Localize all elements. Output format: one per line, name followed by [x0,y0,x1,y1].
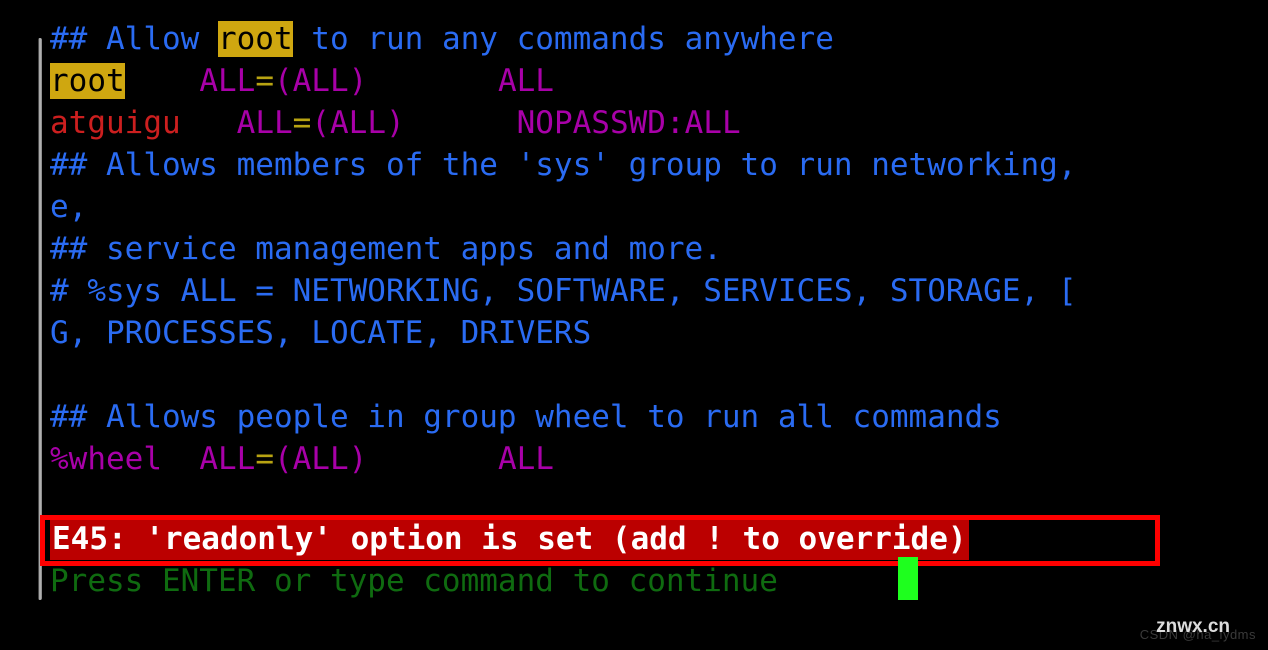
terminal-line: G, PROCESSES, LOCATE, DRIVERS [50,312,1268,354]
terminal-text-segment: atguigu [50,105,181,141]
terminal-text-segment: %wheel [50,441,162,477]
terminal-text-segment: e, [50,189,88,225]
vim-error-message: E45: 'readonly' option is set (add ! to … [50,518,969,560]
terminal-text-segment: ## Allows people in group wheel to run a… [50,399,1002,435]
terminal-line: ## Allow root to run any commands anywhe… [50,18,1268,60]
terminal-line: ## Allows members of the 'sys' group to … [50,144,1268,186]
terminal-text-segment: ALL [236,105,293,141]
terminal-line: atguigu ALL=(ALL) NOPASSWD:ALL [50,102,1268,144]
press-enter-prompt: Press ENTER or type command to continue [50,563,778,599]
terminal-line: e, [50,186,1268,228]
terminal-text-area: ## Allow root to run any commands anywhe… [50,18,1268,480]
terminal-line: # %sys ALL = NETWORKING, SOFTWARE, SERVI… [50,270,1268,312]
terminal-line: ## Allows people in group wheel to run a… [50,396,1268,438]
vim-error-row: E45: 'readonly' option is set (add ! to … [40,518,1150,560]
terminal-text-segment: ALL [497,441,554,477]
terminal-text-segment: G, PROCESSES, LOCATE, DRIVERS [50,315,592,351]
terminal-text-segment: = [255,63,274,99]
terminal-line: ## service management apps and more. [50,228,1268,270]
terminal-line [50,354,1268,396]
terminal-text-segment: (ALL) [273,63,368,99]
terminal-text-segment: root [217,21,293,57]
window-left-edge [38,38,42,600]
terminal-text-segment: # %sys ALL = NETWORKING, SOFTWARE, SERVI… [50,273,1077,309]
site-watermark: znwx.cn [1156,616,1230,637]
terminal-text-segment: ## Allows members of the 'sys' group to … [50,147,1077,183]
terminal-text-segment: (ALL) [273,441,368,477]
terminal-line: %wheel ALL=(ALL) ALL [50,438,1268,480]
terminal-text-segment: ALL [497,63,554,99]
terminal-screen: ## ## Allow root to run any commands any… [0,0,1268,650]
terminal-text-segment: ## Allow [50,21,218,57]
terminal-text-segment: ## service management apps and more. [50,231,722,267]
terminal-text-segment: ALL [199,441,256,477]
terminal-text-segment: to run any commands anywhere [292,21,834,57]
terminal-text-segment: = [255,441,274,477]
terminal-text-segment: NOPASSWD:ALL [516,105,741,141]
terminal-line: root ALL=(ALL) ALL [50,60,1268,102]
terminal-text-segment: = [292,105,312,141]
terminal-cursor [898,557,918,600]
terminal-text-segment: ALL [199,63,256,99]
terminal-text-segment: root [50,63,125,99]
terminal-text-segment: (ALL) [311,105,405,141]
